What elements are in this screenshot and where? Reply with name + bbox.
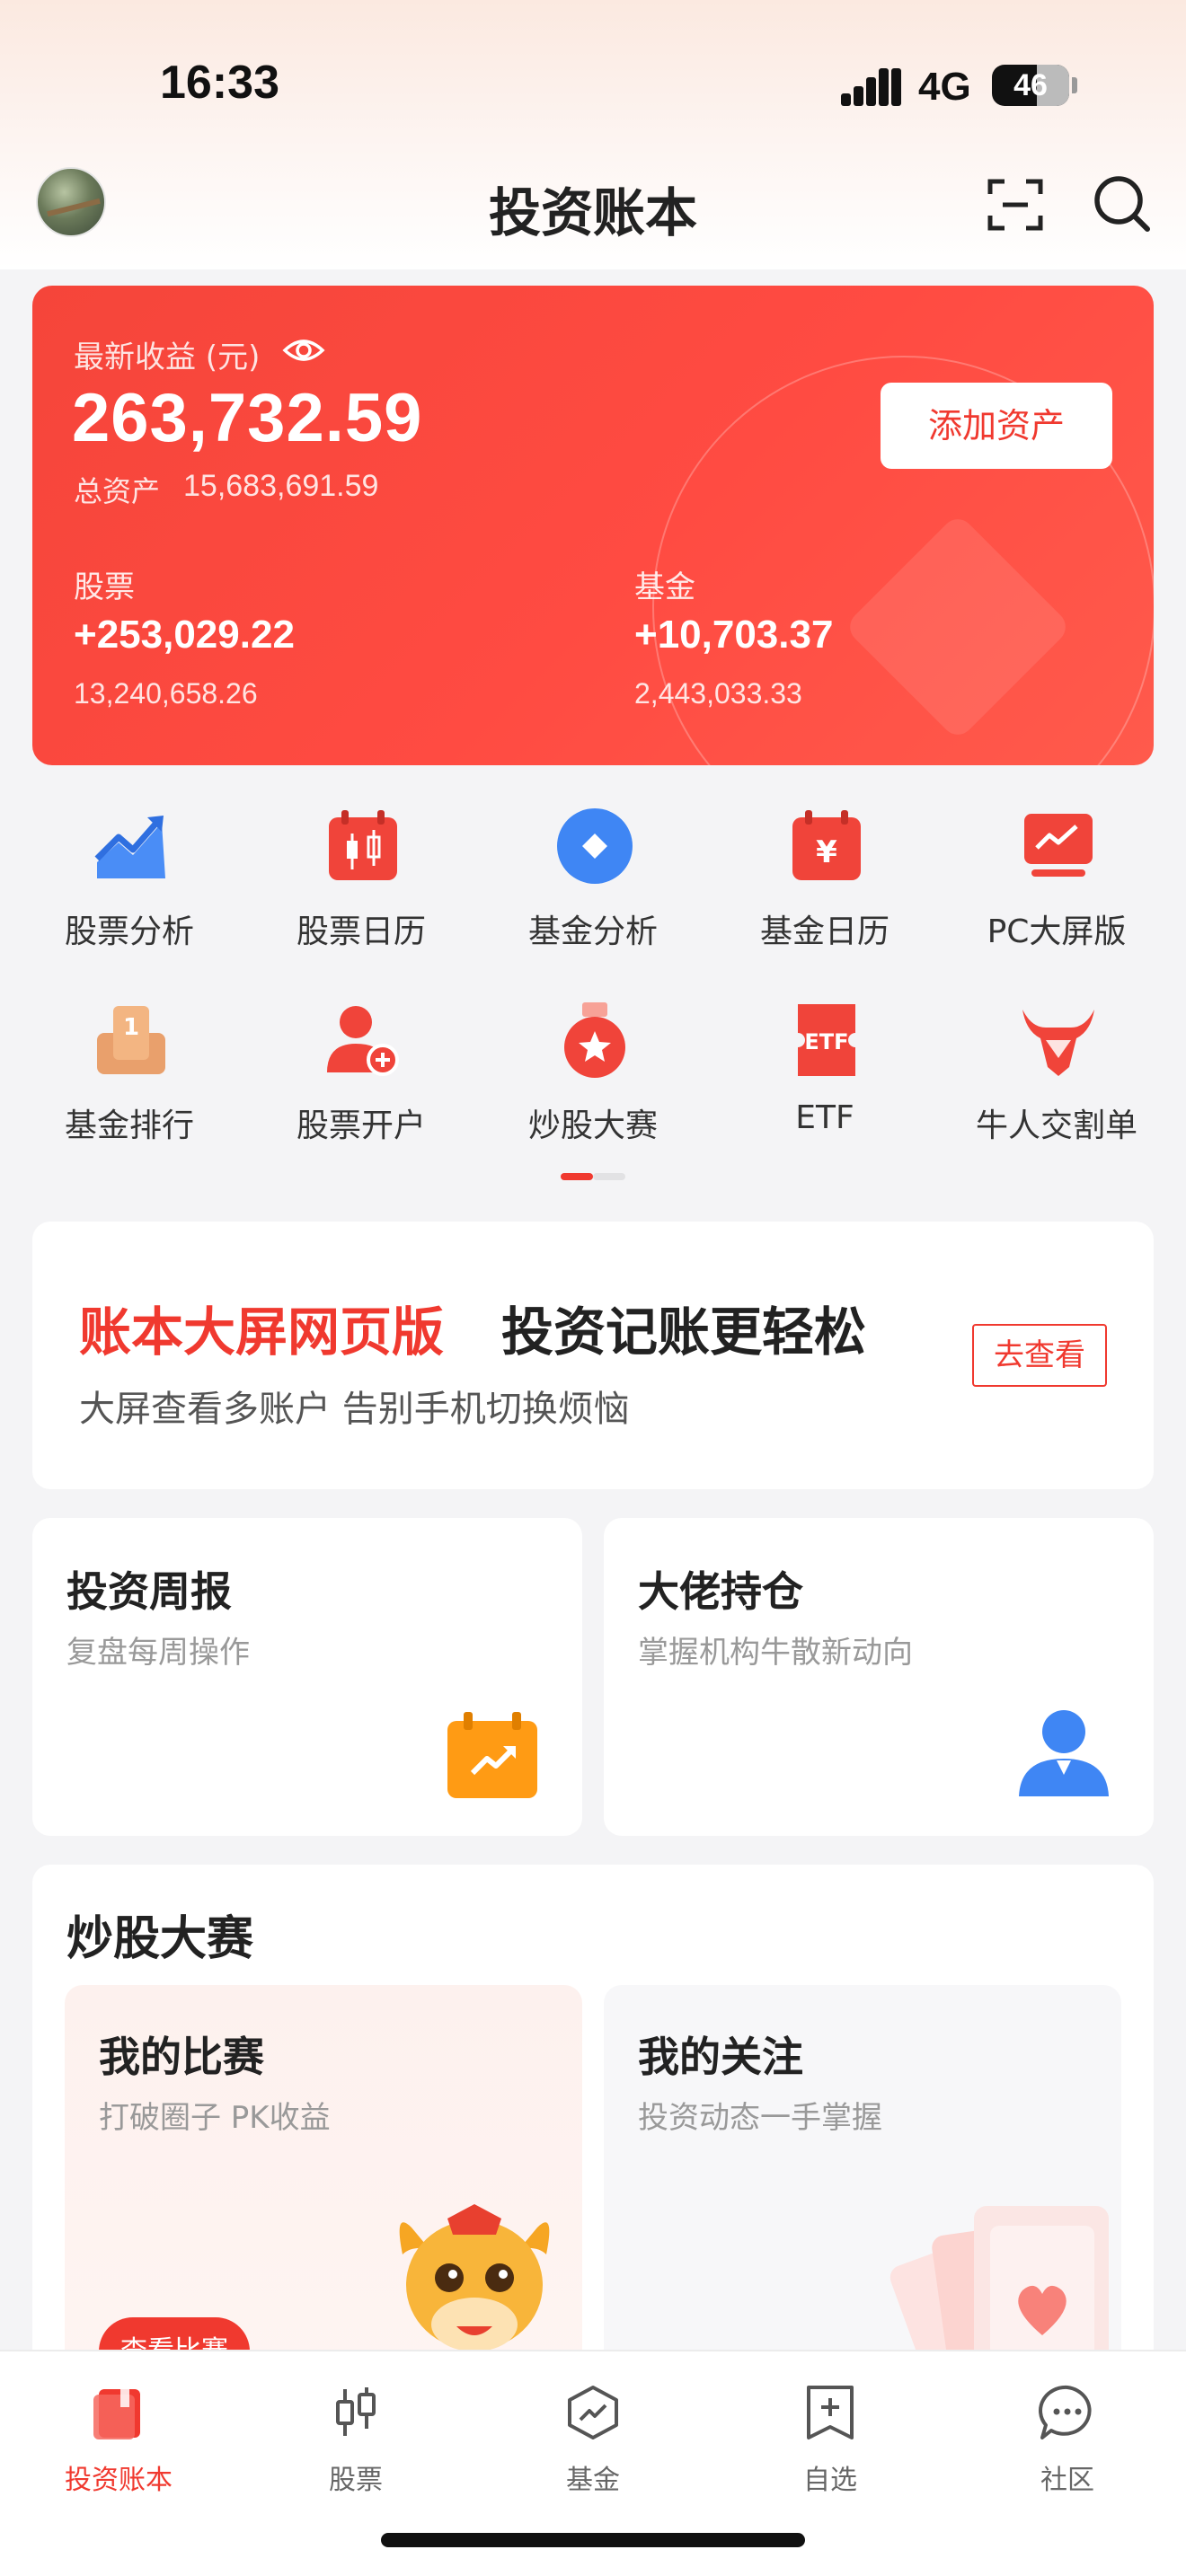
report-calendar-icon bbox=[447, 1712, 537, 1798]
fund-label: 基金 bbox=[634, 569, 695, 605]
shortcut-fund-analysis[interactable]: 基金分析 bbox=[474, 798, 712, 977]
holdings-subtitle: 掌握机构牛散新动向 bbox=[638, 1635, 913, 1671]
big-holdings-card[interactable]: 大佬持仓 掌握机构牛散新动向 bbox=[604, 1518, 1154, 1836]
etf-ticket-icon: ETF bbox=[798, 1004, 855, 1076]
book-icon bbox=[93, 2389, 140, 2439]
chat-bubble-icon bbox=[1039, 2385, 1092, 2439]
tab-community[interactable]: 社区 bbox=[949, 2371, 1186, 2497]
diamond-circle-icon bbox=[557, 808, 633, 884]
svg-text:ETF: ETF bbox=[804, 1029, 848, 1054]
total-assets-label: 总资产 bbox=[74, 474, 161, 508]
my-contest-title: 我的比赛 bbox=[99, 2033, 264, 2081]
bull-mascot-icon bbox=[399, 2204, 550, 2351]
podium-icon: 1 bbox=[97, 1006, 165, 1074]
shortcut-grid: 股票分析 股票日历 基金分析 ¥ 基金日历 PC大屏版 1 基金排行 股票开户 … bbox=[0, 798, 1186, 1175]
weekly-report-card[interactable]: 投资周报 复盘每周操作 bbox=[32, 1518, 582, 1836]
banner-highlight: 账本大屏网页版 bbox=[79, 1301, 445, 1363]
status-time: 16:33 bbox=[160, 57, 279, 109]
stock-label: 股票 bbox=[74, 569, 135, 605]
candlestick-calendar-icon bbox=[329, 810, 397, 880]
shortcut-label: 炒股大赛 bbox=[527, 1107, 658, 1144]
stock-total: 13,240,658.26 bbox=[74, 677, 258, 710]
shortcut-label: 基金分析 bbox=[527, 913, 658, 950]
total-assets-value: 15,683,691.59 bbox=[183, 469, 379, 503]
weekly-title: 投资周报 bbox=[66, 1567, 232, 1616]
latest-profit-label: 最新收益 (元) bbox=[74, 340, 261, 375]
status-bar: 16:33 4G 46 bbox=[0, 0, 1186, 162]
shortcut-stock-calendar[interactable]: 股票日历 bbox=[243, 798, 480, 977]
trend-chart-icon bbox=[94, 816, 165, 878]
tab-label: 基金 bbox=[566, 2465, 620, 2496]
tab-funds[interactable]: 基金 bbox=[474, 2371, 712, 2497]
shortcut-fund-ranking[interactable]: 1 基金排行 bbox=[11, 992, 248, 1171]
battery-level: 46 bbox=[1013, 68, 1048, 102]
stock-profit: +253,029.22 bbox=[74, 613, 295, 657]
holdings-title: 大佬持仓 bbox=[638, 1567, 803, 1616]
pc-promo-banner[interactable]: 账本大屏网页版 投资记账更轻松 大屏查看多账户 告别手机切换烦恼 去查看 bbox=[32, 1222, 1154, 1489]
fund-hexagon-icon bbox=[568, 2386, 618, 2439]
home-indicator bbox=[381, 2533, 805, 2547]
search-icon[interactable] bbox=[1091, 172, 1152, 234]
fund-total: 2,443,033.33 bbox=[634, 677, 802, 710]
shortcut-stock-analysis[interactable]: 股票分析 bbox=[11, 798, 248, 977]
svg-text:1: 1 bbox=[123, 1014, 139, 1041]
contest-heading: 炒股大赛 bbox=[66, 1912, 254, 1966]
shortcut-label: 基金日历 bbox=[759, 913, 890, 950]
shortcut-pc-version[interactable]: PC大屏版 bbox=[938, 798, 1175, 977]
my-contest-subtitle: 打破圈子 PK收益 bbox=[99, 2100, 331, 2136]
network-type: 4G bbox=[918, 65, 971, 109]
shortcut-label: PC大屏版 bbox=[987, 913, 1127, 950]
eye-icon[interactable] bbox=[282, 332, 325, 368]
weekly-subtitle: 复盘每周操作 bbox=[66, 1635, 250, 1671]
add-user-icon bbox=[327, 1006, 399, 1076]
add-asset-button[interactable]: 添加资产 bbox=[881, 383, 1112, 469]
battery-tip bbox=[1072, 77, 1077, 93]
shortcut-master-trades[interactable]: 牛人交割单 bbox=[938, 992, 1175, 1171]
shortcut-open-account[interactable]: 股票开户 bbox=[243, 992, 480, 1171]
yen-calendar-icon: ¥ bbox=[792, 810, 861, 880]
shortcut-label: 牛人交割单 bbox=[975, 1107, 1137, 1144]
shortcut-label: 基金排行 bbox=[64, 1107, 194, 1144]
medal-icon bbox=[564, 1002, 625, 1078]
candlestick-icon bbox=[336, 2387, 376, 2436]
tab-label: 投资账本 bbox=[65, 2465, 173, 2496]
add-bookmark-icon bbox=[807, 2386, 854, 2439]
battery-icon: 46 bbox=[992, 65, 1069, 106]
shortcut-etf[interactable]: ETF ETF bbox=[706, 992, 943, 1171]
tab-label: 股票 bbox=[329, 2465, 383, 2496]
shortcut-label: 股票分析 bbox=[64, 913, 194, 950]
tab-watchlist[interactable]: 自选 bbox=[712, 2371, 949, 2497]
latest-profit-value: 263,732.59 bbox=[72, 380, 423, 456]
fund-profit: +10,703.37 bbox=[634, 613, 834, 657]
shortcut-label: 股票日历 bbox=[296, 913, 426, 950]
shortcut-label: 股票开户 bbox=[296, 1107, 426, 1144]
scan-icon[interactable] bbox=[987, 176, 1044, 234]
banner-subtitle: 大屏查看多账户 告别手机切换烦恼 bbox=[79, 1389, 630, 1430]
svg-text:¥: ¥ bbox=[816, 834, 837, 870]
banner-title: 投资记账更轻松 bbox=[501, 1301, 867, 1363]
shortcut-label: ETF bbox=[795, 1099, 854, 1136]
my-follow-title: 我的关注 bbox=[638, 2033, 803, 2081]
signal-icon bbox=[841, 66, 901, 106]
bull-icon bbox=[1022, 1010, 1094, 1076]
page-indicator bbox=[561, 1173, 625, 1180]
view-button[interactable]: 去查看 bbox=[972, 1324, 1107, 1387]
shortcut-stock-contest[interactable]: 炒股大赛 bbox=[474, 992, 712, 1171]
tab-investment-book[interactable]: 投资账本 bbox=[0, 2371, 237, 2497]
my-follow-subtitle: 投资动态一手掌握 bbox=[638, 2100, 882, 2136]
tab-label: 社区 bbox=[1040, 2465, 1094, 2496]
tab-stocks[interactable]: 股票 bbox=[237, 2371, 474, 2497]
asset-summary-card: 最新收益 (元) 263,732.59 总资产 15,683,691.59 添加… bbox=[32, 286, 1154, 765]
person-icon bbox=[1019, 1710, 1109, 1796]
tab-label: 自选 bbox=[803, 2465, 857, 2496]
nav-bar: 投资账本 bbox=[0, 162, 1186, 260]
monitor-icon bbox=[1024, 814, 1093, 877]
shortcut-fund-calendar[interactable]: ¥ 基金日历 bbox=[706, 798, 943, 977]
